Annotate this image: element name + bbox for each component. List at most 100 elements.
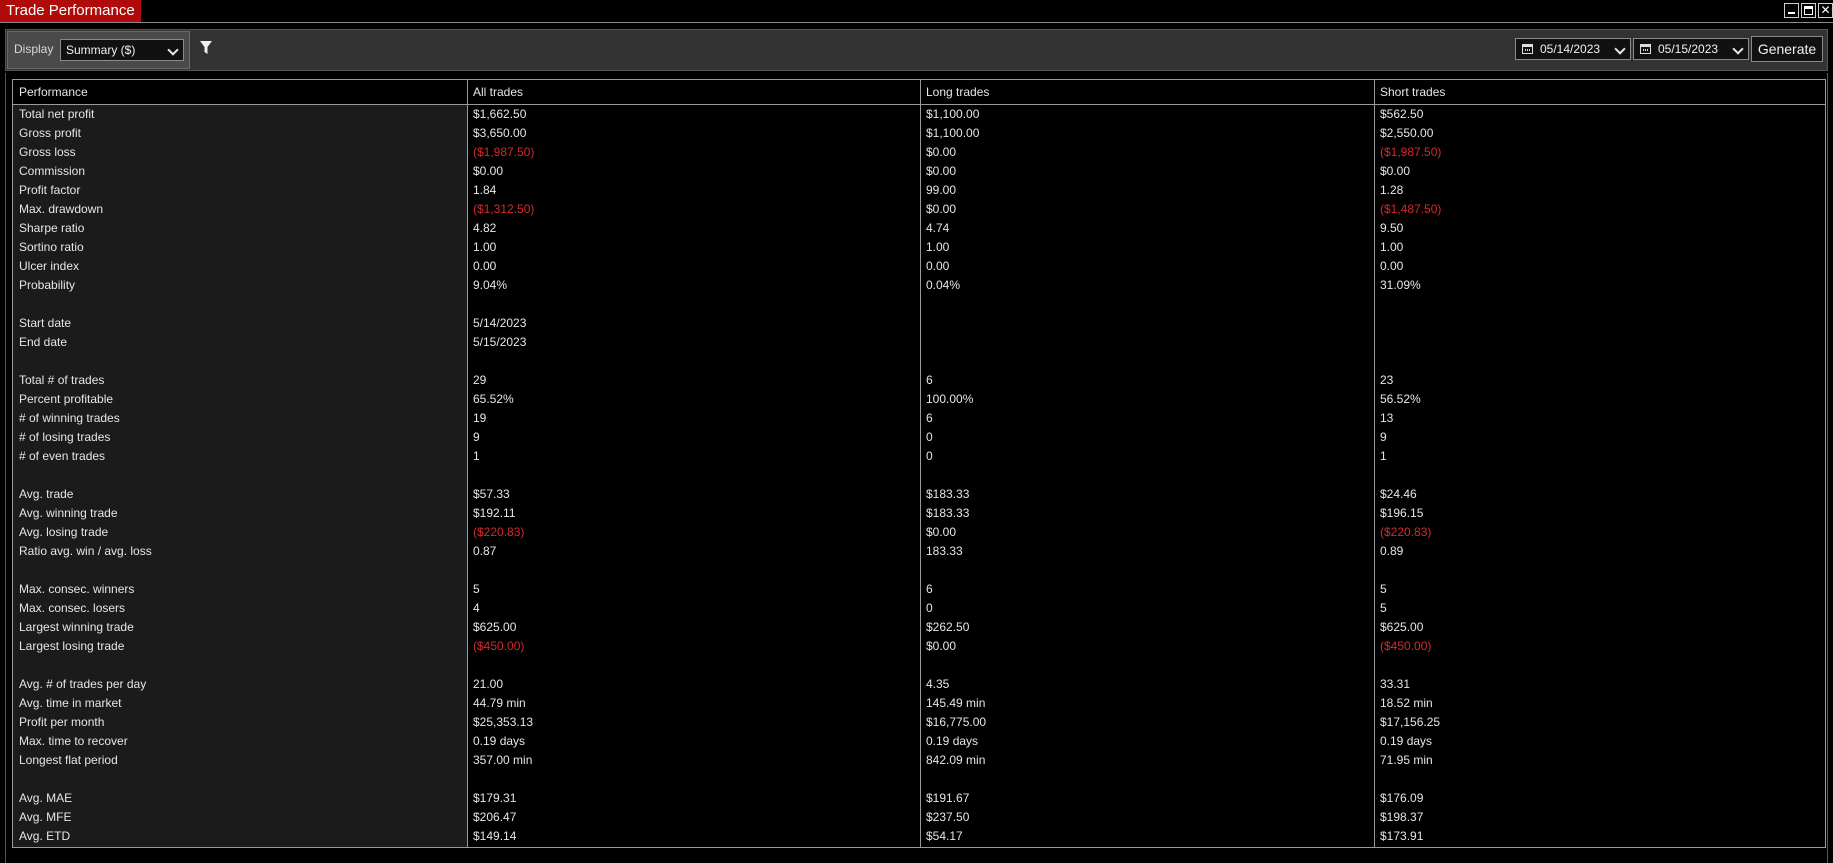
table-row[interactable]: Avg. MAE $179.31 $191.67 $176.09 — [13, 789, 1825, 808]
table-row[interactable]: Profit factor 1.84 99.00 1.28 — [13, 181, 1825, 200]
chevron-down-icon — [1614, 43, 1626, 55]
table-row[interactable]: Total # of trades 29 6 23 — [13, 371, 1825, 390]
metric-label: Max. consec. winners — [19, 582, 135, 596]
long-trades-value: $1,100.00 — [926, 126, 980, 140]
table-row[interactable] — [13, 561, 1825, 580]
table-row[interactable]: Largest winning trade $625.00 $262.50 $625.… — [13, 618, 1825, 637]
metric-label: Sharpe ratio — [19, 221, 85, 235]
short-trades-value: $173.91 — [1380, 829, 1424, 843]
table-row[interactable]: End date 5/15/2023 — [13, 333, 1825, 352]
all-trades-value: 44.79 min — [473, 696, 526, 710]
metric-label: # of winning trades — [19, 411, 120, 425]
table-row[interactable] — [13, 295, 1825, 314]
table-row[interactable]: Max. consec. losers 4 0 5 — [13, 599, 1825, 618]
generate-button[interactable]: Generate — [1751, 36, 1823, 62]
metric-label: Profit per month — [19, 715, 105, 729]
metric-label: Gross loss — [19, 145, 76, 159]
long-trades-value: 0 — [926, 449, 933, 463]
long-trades-value: 842.09 min — [926, 753, 986, 767]
table-row[interactable]: Gross profit $3,650.00 $1,100.00 $2,550.00 — [13, 124, 1825, 143]
table-row[interactable] — [13, 352, 1825, 371]
metric-label: Commission — [19, 164, 86, 178]
short-trades-value: $17,156.25 — [1380, 715, 1441, 729]
all-trades-value: $206.47 — [473, 810, 517, 824]
calendar-icon — [1640, 44, 1651, 54]
long-trades-value: $183.33 — [926, 506, 970, 520]
table-row[interactable]: Avg. trade $57.33 $183.33 $24.46 — [13, 485, 1825, 504]
column-header-long-trades[interactable]: Long trades — [926, 80, 989, 104]
table-row[interactable] — [13, 656, 1825, 675]
long-trades-value: $262.50 — [926, 620, 970, 634]
chevron-down-icon — [1732, 43, 1744, 55]
table-row[interactable]: Max. time to recover 0.19 days 0.19 days 0.… — [13, 732, 1825, 751]
short-trades-value: 71.95 min — [1380, 753, 1433, 767]
metric-label: Avg. winning trade — [19, 506, 118, 520]
metric-label: Max. consec. losers — [19, 601, 126, 615]
long-trades-value: 1.00 — [926, 240, 950, 254]
short-trades-value: $562.50 — [1380, 107, 1424, 121]
display-select-value: Summary ($) — [66, 43, 136, 57]
minimize-icon[interactable] — [1784, 3, 1799, 18]
table-row[interactable] — [13, 770, 1825, 789]
table-row[interactable]: Commission $0.00 $0.00 $0.00 — [13, 162, 1825, 181]
table-row[interactable]: Percent profitable 65.52% 100.00% 56.52% — [13, 390, 1825, 409]
all-trades-value: 4.82 — [473, 221, 497, 235]
table-row[interactable]: Profit per month $25,353.13 $16,775.00 $17,… — [13, 713, 1825, 732]
all-trades-value: $179.31 — [473, 791, 517, 805]
table-row[interactable]: Longest flat period 357.00 min 842.09 min 7… — [13, 751, 1825, 770]
table-row[interactable]: Avg. losing trade ($220.83) $0.00 ($220.83) — [13, 523, 1825, 542]
table-row[interactable]: Probability 9.04% 0.04% 31.09% — [13, 276, 1825, 295]
table-row[interactable]: Largest losing trade ($450.00) $0.00 ($450.… — [13, 637, 1825, 656]
close-icon[interactable]: ✕ — [1818, 3, 1833, 18]
metric-label: Gross profit — [19, 126, 82, 140]
table-row[interactable]: Sortino ratio 1.00 1.00 1.00 — [13, 238, 1825, 257]
metric-label: # of even trades — [19, 449, 106, 463]
metric-label: End date — [19, 335, 68, 349]
long-trades-value: 6 — [926, 411, 933, 425]
all-trades-value: 29 — [473, 373, 487, 387]
column-header-performance[interactable]: Performance — [19, 80, 88, 104]
filter-icon[interactable] — [199, 40, 213, 56]
all-trades-value: 9.04% — [473, 278, 508, 292]
long-trades-value: 0 — [926, 601, 933, 615]
metric-label: Ratio avg. win / avg. loss — [19, 544, 152, 558]
table-row[interactable]: Avg. # of trades per day 21.00 4.35 33.31 — [13, 675, 1825, 694]
start-date-picker[interactable]: 05/14/2023 — [1515, 38, 1631, 60]
metric-label: # of losing trades — [19, 430, 111, 444]
column-header-short-trades[interactable]: Short trades — [1380, 80, 1445, 104]
table-row[interactable]: Max. consec. winners 5 6 5 — [13, 580, 1825, 599]
table-row[interactable]: Total net profit $1,662.50 $1,100.00 $562.5… — [13, 105, 1825, 124]
table-row[interactable]: # of winning trades 19 6 13 — [13, 409, 1825, 428]
long-trades-value: 0.19 days — [926, 734, 979, 748]
table-row[interactable]: Avg. time in market 44.79 min 145.49 min 18… — [13, 694, 1825, 713]
table-row[interactable]: # of even trades 1 0 1 — [13, 447, 1825, 466]
all-trades-value: 4 — [473, 601, 480, 615]
short-trades-value: 18.52 min — [1380, 696, 1433, 710]
table-row[interactable]: Gross loss ($1,987.50) $0.00 ($1,987.50) — [13, 143, 1825, 162]
metric-label: Ulcer index — [19, 259, 80, 273]
table-row[interactable]: Avg. MFE $206.47 $237.50 $198.37 — [13, 808, 1825, 827]
display-select[interactable]: Summary ($) — [60, 39, 184, 61]
end-date-picker[interactable]: 05/15/2023 — [1633, 38, 1749, 60]
table-row[interactable]: Sharpe ratio 4.82 4.74 9.50 — [13, 219, 1825, 238]
all-trades-value: 0.00 — [473, 259, 497, 273]
table-row[interactable] — [13, 466, 1825, 485]
long-trades-value: $0.00 — [926, 525, 957, 539]
metric-label: Max. drawdown — [19, 202, 104, 216]
table-row[interactable]: # of losing trades 9 0 9 — [13, 428, 1825, 447]
short-trades-value: $196.15 — [1380, 506, 1424, 520]
title-bar[interactable]: Trade Performance ✕ — [0, 0, 1833, 23]
table-row[interactable]: Start date 5/14/2023 — [13, 314, 1825, 333]
maximize-icon[interactable] — [1801, 3, 1816, 18]
table-row[interactable]: Avg. winning trade $192.11 $183.33 $196.15 — [13, 504, 1825, 523]
window-title: Trade Performance — [0, 0, 141, 22]
metric-label: Largest losing trade — [19, 639, 125, 653]
table-row[interactable]: Ratio avg. win / avg. loss 0.87 183.33 0.89 — [13, 542, 1825, 561]
table-row[interactable]: Avg. ETD $149.14 $54.17 $173.91 — [13, 827, 1825, 846]
column-header-all-trades[interactable]: All trades — [473, 80, 523, 104]
metric-label: Profit factor — [19, 183, 81, 197]
table-row[interactable]: Ulcer index 0.00 0.00 0.00 — [13, 257, 1825, 276]
all-trades-value: 65.52% — [473, 392, 514, 406]
table-row[interactable]: Max. drawdown ($1,312.50) $0.00 ($1,487.50) — [13, 200, 1825, 219]
all-trades-value: 5 — [473, 582, 480, 596]
